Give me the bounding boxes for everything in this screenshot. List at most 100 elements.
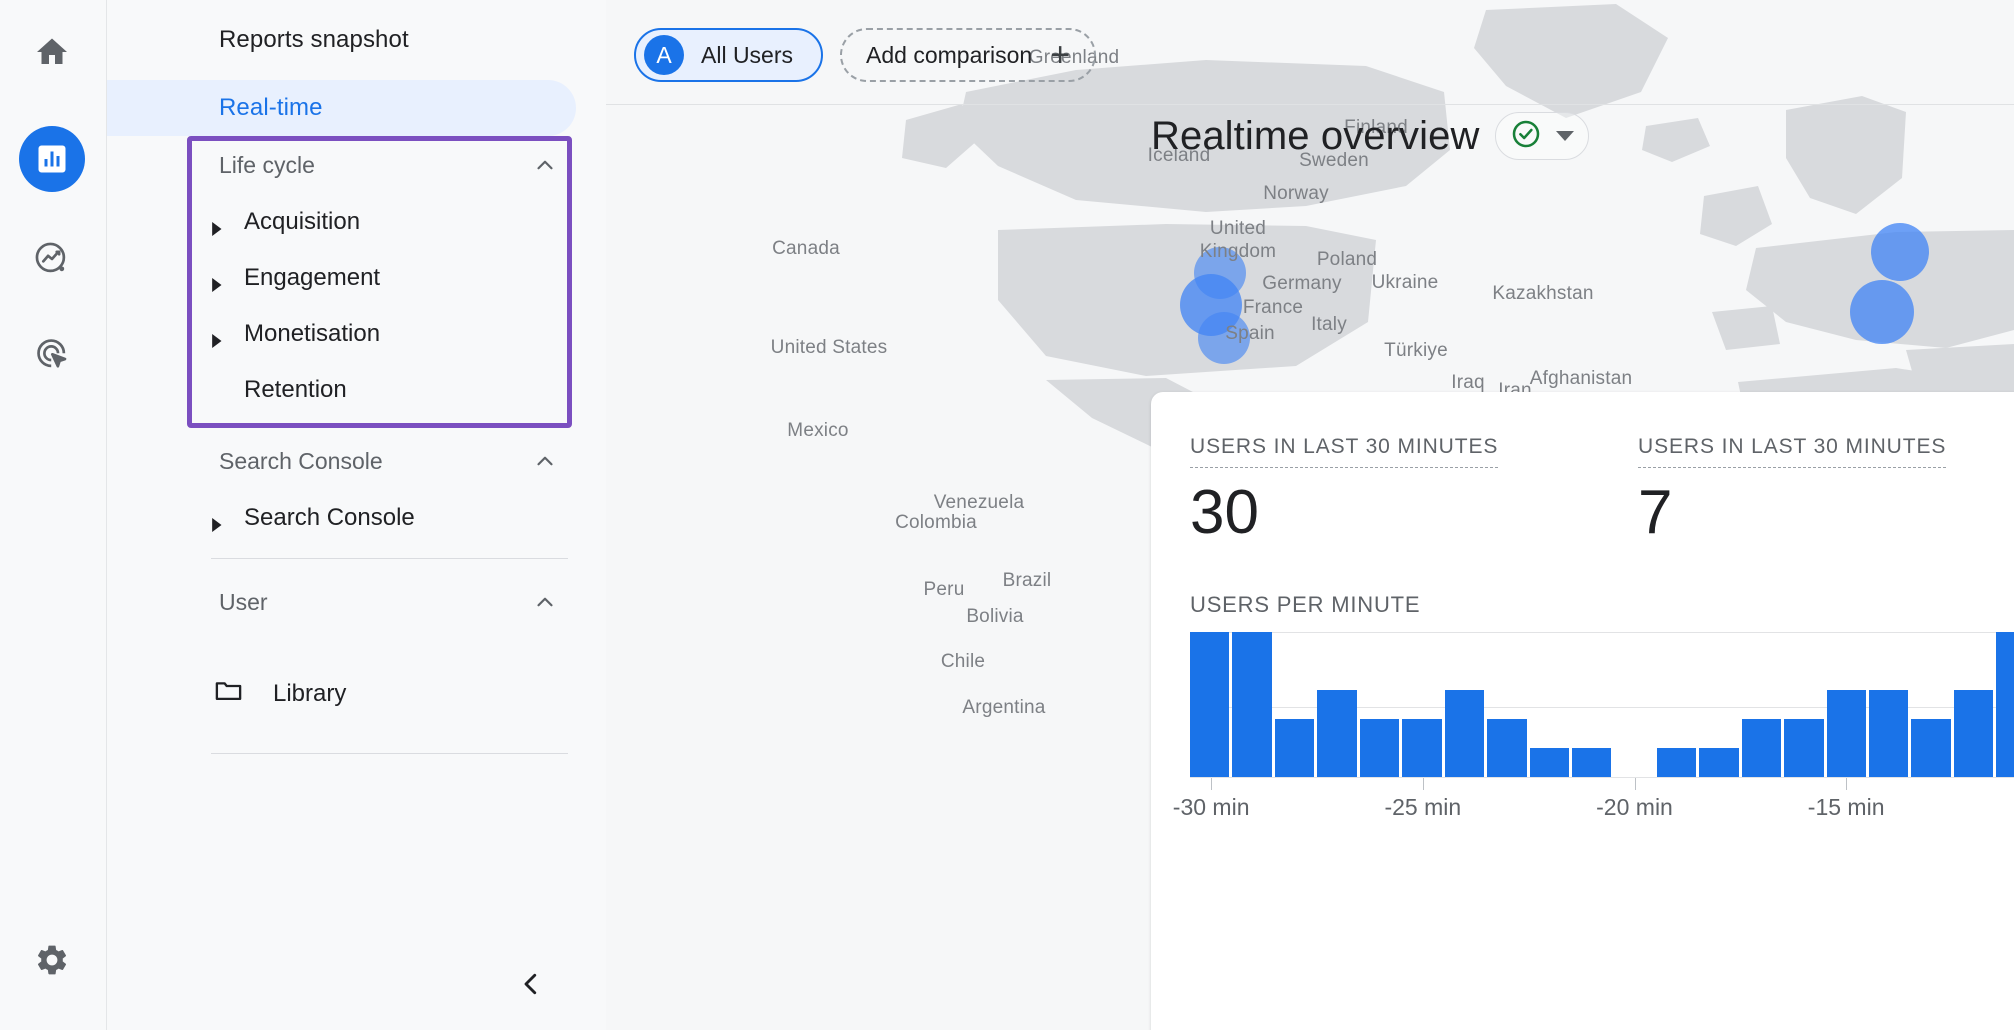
all-users-chip[interactable]: A All Users <box>634 28 823 82</box>
plus-icon: + <box>1050 38 1070 72</box>
sidebar-divider-bottom <box>211 753 568 754</box>
sidebar-item-search-console[interactable]: Search Console <box>107 490 606 546</box>
bar[interactable] <box>1657 748 1696 777</box>
section-title: User <box>219 589 268 616</box>
x-axis-labels: -30 min-25 min-20 min-15 min-10 min-5 mi… <box>1190 794 2014 824</box>
sidebar-item-label: Search Console <box>244 504 415 532</box>
explore-trend-icon[interactable] <box>19 226 85 292</box>
sidebar-item-library[interactable]: Library <box>107 659 606 729</box>
bar[interactable] <box>1445 690 1484 777</box>
map-country-label: Bolivia <box>966 606 1023 628</box>
add-comparison-button[interactable]: Add comparison + <box>840 28 1096 82</box>
x-tick-mark <box>1635 778 1636 790</box>
bar[interactable] <box>1572 748 1611 777</box>
main-content: GreenlandIcelandFinlandSwedenNorwayUnite… <box>606 0 2014 1030</box>
sidebar-divider <box>211 558 568 559</box>
map-bubble <box>1871 223 1929 281</box>
bar[interactable] <box>1996 632 2014 777</box>
sidebar-item-realtime[interactable]: Real-time <box>107 80 576 136</box>
metric-value: 7 <box>1638 482 1946 544</box>
all-users-label: All Users <box>701 42 793 69</box>
gear-icon[interactable] <box>19 927 85 993</box>
bar[interactable] <box>1742 719 1781 777</box>
x-tick-label: -30 min <box>1173 794 1250 821</box>
metric-label: USERS IN LAST 30 MINUTES <box>1638 435 1946 468</box>
sidebar-item-monetisation[interactable]: Monetisation <box>107 306 606 362</box>
section-title: Life cycle <box>219 152 315 179</box>
users-per-minute-chart[interactable] <box>1190 632 2014 777</box>
bar[interactable] <box>1275 719 1314 777</box>
page-title: Realtime overview <box>1151 114 1479 159</box>
comparison-bar: A All Users Add comparison + <box>606 0 2014 104</box>
bar[interactable] <box>1530 748 1569 777</box>
add-comparison-label: Add comparison <box>866 42 1032 69</box>
map-country-label: Canada <box>772 238 840 260</box>
bar[interactable] <box>1360 719 1399 777</box>
metric-users-30min-secondary: USERS IN LAST 30 MINUTES 7 <box>1638 435 1946 544</box>
map-country-label: Afghanistan <box>1530 368 1633 390</box>
sidebar-item-reports-snapshot[interactable]: Reports snapshot <box>107 12 606 68</box>
caret-right-icon <box>211 215 225 229</box>
page-title-row: Realtime overview <box>1151 112 1589 160</box>
map-country-label: United States <box>771 337 888 359</box>
bar[interactable] <box>1190 632 1229 777</box>
sidebar-item-engagement[interactable]: Engagement <box>107 250 606 306</box>
map-country-label: Poland <box>1317 249 1377 271</box>
map-country-label: Argentina <box>962 697 1045 719</box>
sidebar-item-retention[interactable]: Retention <box>107 362 606 418</box>
map-country-label: Ukraine <box>1372 272 1439 294</box>
map-country-label: Iraq <box>1451 372 1485 394</box>
map-country-label: Türkiye <box>1384 340 1448 362</box>
home-icon[interactable] <box>19 19 85 85</box>
bar-series <box>1190 632 2014 777</box>
chart-title: USERS PER MINUTE <box>1190 592 1420 618</box>
metric-users-30min-primary: USERS IN LAST 30 MINUTES 30 <box>1190 435 1498 544</box>
sidebar-section-search-console[interactable]: Search Console <box>107 432 606 490</box>
sidebar-item-label: Reports snapshot <box>219 26 409 54</box>
bar[interactable] <box>1784 719 1823 777</box>
sidebar-item-label: Monetisation <box>244 320 380 348</box>
map-bubble <box>1850 280 1914 344</box>
comparison-bar-divider <box>606 104 2014 105</box>
analytics-app: Reports snapshot Real-time Life cycle Ac… <box>0 0 2014 1030</box>
chevron-down-icon[interactable] <box>1556 131 1574 141</box>
x-tick-label: -25 min <box>1384 794 1461 821</box>
map-country-label: UnitedKingdom <box>1200 217 1276 263</box>
sidebar-item-acquisition[interactable]: Acquisition <box>107 194 606 250</box>
avatar: A <box>644 35 684 75</box>
bar[interactable] <box>1699 748 1738 777</box>
chevron-up-icon[interactable] <box>532 152 558 178</box>
icon-rail <box>0 0 106 1030</box>
bar[interactable] <box>1402 719 1441 777</box>
x-axis-ticks <box>1190 778 2014 790</box>
sidebar-item-label: Retention <box>244 376 347 404</box>
bar[interactable] <box>1954 690 1993 777</box>
map-country-label: France <box>1243 297 1303 319</box>
chevron-up-icon[interactable] <box>532 589 558 615</box>
folder-icon <box>213 675 244 713</box>
sidebar-item-label: Real-time <box>219 94 323 122</box>
bar[interactable] <box>1827 690 1866 777</box>
sidebar-section-life-cycle[interactable]: Life cycle <box>107 136 606 194</box>
bar[interactable] <box>1317 690 1356 777</box>
metric-label: USERS IN LAST 30 MINUTES <box>1190 435 1498 468</box>
sidebar-item-label: Acquisition <box>244 208 360 236</box>
bar[interactable] <box>1232 632 1271 777</box>
reports-bar-chart-icon[interactable] <box>19 126 85 192</box>
data-quality-dropdown[interactable] <box>1495 112 1589 160</box>
caret-right-icon <box>211 271 225 285</box>
sidebar-section-user[interactable]: User <box>107 573 606 631</box>
chevron-up-icon[interactable] <box>532 448 558 474</box>
map-country-label: Germany <box>1262 273 1342 295</box>
collapse-menu-button[interactable] <box>505 958 557 1010</box>
map-country-label: Colombia <box>895 512 977 534</box>
map-country-label: Mexico <box>787 420 848 442</box>
bar[interactable] <box>1487 719 1526 777</box>
map-country-label: Italy <box>1311 314 1347 336</box>
map-country-label: Venezuela <box>934 492 1025 514</box>
bar[interactable] <box>1869 690 1908 777</box>
bar[interactable] <box>1911 719 1950 777</box>
advertising-target-icon[interactable] <box>19 321 85 387</box>
x-tick-mark <box>1846 778 1847 790</box>
section-title: Search Console <box>219 448 383 475</box>
